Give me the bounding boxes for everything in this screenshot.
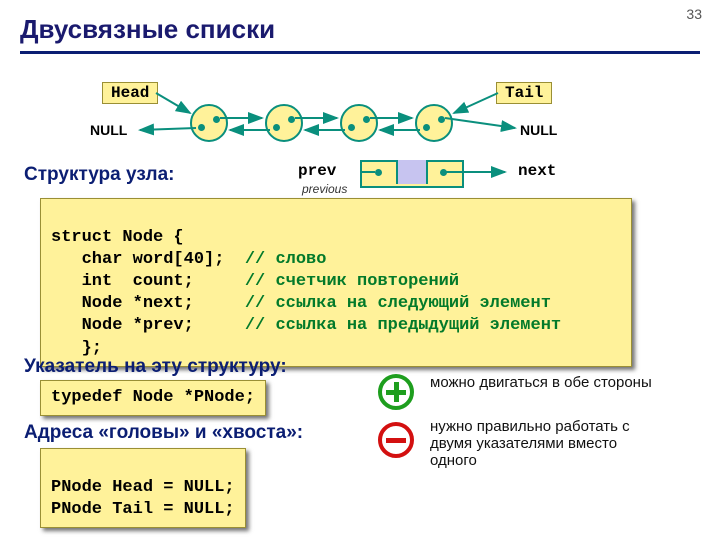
- previous-note: previous: [302, 182, 347, 196]
- code-line: struct Node {: [51, 228, 184, 247]
- code-line: char word[40];: [51, 250, 245, 269]
- title-underline: [20, 51, 700, 54]
- code-comment: // ссылка на следующий элемент: [245, 294, 551, 313]
- page-number: 33: [686, 6, 702, 22]
- code-comment: // ссылка на предыдущий элемент: [245, 316, 561, 335]
- minus-icon: [378, 422, 414, 458]
- code-line: PNode Head = NULL;: [51, 478, 235, 497]
- node-struct-diagram: prev next previous: [360, 160, 620, 200]
- arrow-overlay: [0, 68, 720, 168]
- code-struct-node: struct Node { char word[40]; // слово in…: [40, 198, 632, 367]
- prev-label: prev: [298, 162, 336, 180]
- note-plus: можно двигаться в обе стороны: [430, 374, 660, 391]
- code-line: Node *prev;: [51, 316, 245, 335]
- linked-list-diagram: Head Tail NULL NULL: [0, 68, 720, 158]
- page-title: Двусвязные списки: [0, 0, 720, 49]
- struct-arrows: [360, 160, 620, 190]
- subheading-structure: Структура узла:: [0, 160, 174, 190]
- plus-icon: [378, 374, 414, 410]
- code-typedef: typedef Node *PNode;: [40, 380, 266, 416]
- code-line: int count;: [51, 272, 245, 291]
- next-label: next: [518, 162, 556, 180]
- code-line: PNode Tail = NULL;: [51, 500, 235, 519]
- code-headtail: PNode Head = NULL; PNode Tail = NULL;: [40, 448, 246, 528]
- code-comment: // слово: [245, 250, 327, 269]
- subheading-pointer: Указатель на эту структуру:: [0, 352, 287, 382]
- note-minus: нужно правильно работать с двумя указате…: [430, 418, 660, 469]
- code-line: Node *next;: [51, 294, 245, 313]
- code-comment: // счетчик повторений: [245, 272, 459, 291]
- subheading-addresses: Адреса «головы» и «хвоста»:: [0, 418, 303, 448]
